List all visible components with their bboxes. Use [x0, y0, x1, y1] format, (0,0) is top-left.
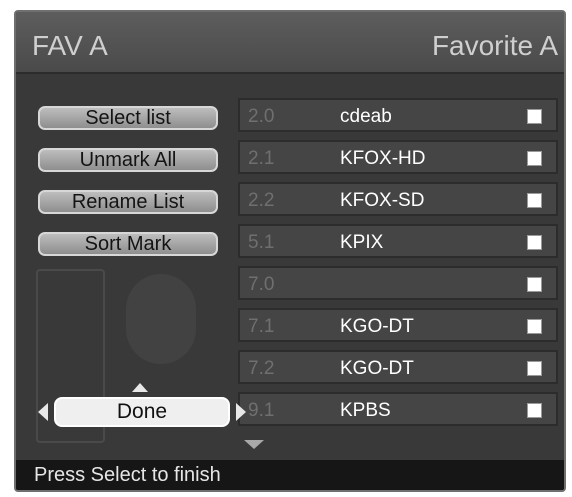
- favorites-dialog: FAV A Favorite A Select list Unmark All …: [14, 10, 566, 492]
- checkbox-icon[interactable]: [527, 109, 542, 124]
- channel-row[interactable]: 2.2 KFOX-SD: [238, 182, 558, 216]
- channel-name: KFOX-SD: [340, 190, 425, 211]
- arrow-right-icon[interactable]: [236, 403, 246, 421]
- channel-row[interactable]: 9.1 KPBS: [238, 392, 558, 426]
- checkbox-icon[interactable]: [527, 403, 542, 418]
- channel-number: 7.1: [248, 316, 275, 337]
- channel-name: KFOX-HD: [340, 148, 426, 169]
- list-short-name: FAV A: [32, 30, 108, 61]
- channel-number: 7.2: [248, 358, 275, 379]
- channel-name: KPBS: [340, 400, 391, 421]
- channel-name: cdeab: [340, 106, 392, 127]
- list-full-name: Favorite A: [431, 30, 558, 61]
- unmark-all-button[interactable]: Unmark All: [38, 148, 218, 172]
- channel-row[interactable]: 7.1 KGO-DT: [238, 308, 558, 342]
- rename-list-button[interactable]: Rename List: [38, 190, 218, 214]
- channel-number: 7.0: [248, 274, 275, 295]
- checkbox-icon[interactable]: [527, 151, 542, 166]
- channel-row[interactable]: 7.2 KGO-DT: [238, 350, 558, 384]
- channel-number: 2.1: [248, 148, 275, 169]
- channel-name: KPIX: [340, 232, 384, 253]
- channel-number: 2.2: [248, 190, 275, 211]
- checkbox-icon[interactable]: [527, 361, 542, 376]
- channel-row[interactable]: 5.1 KPIX: [238, 224, 558, 258]
- channel-row[interactable]: 7.0: [238, 266, 558, 300]
- channel-row[interactable]: 2.0 cdeab: [238, 98, 558, 132]
- arrow-left-icon[interactable]: [38, 403, 48, 421]
- checkbox-icon[interactable]: [527, 193, 542, 208]
- checkbox-icon[interactable]: [527, 235, 542, 250]
- arrow-down-icon[interactable]: [244, 440, 264, 449]
- channel-name: KGO-DT: [340, 316, 414, 337]
- status-bar: Press Select to finish: [16, 460, 564, 490]
- channel-number: 2.0: [248, 106, 275, 127]
- sort-mark-button[interactable]: Sort Mark: [38, 232, 218, 256]
- select-list-button[interactable]: Select list: [38, 106, 218, 130]
- channel-number: 9.1: [248, 400, 275, 421]
- checkbox-icon[interactable]: [527, 319, 542, 334]
- checkbox-icon[interactable]: [527, 277, 542, 292]
- arrow-up-icon[interactable]: [132, 383, 148, 392]
- dialog-header: FAV A Favorite A: [16, 12, 564, 74]
- background-decoration: [126, 274, 196, 364]
- done-button[interactable]: Done: [54, 397, 230, 427]
- channel-number: 5.1: [248, 232, 275, 253]
- channel-name: KGO-DT: [340, 358, 414, 379]
- channel-row[interactable]: 2.1 KFOX-HD: [238, 140, 558, 174]
